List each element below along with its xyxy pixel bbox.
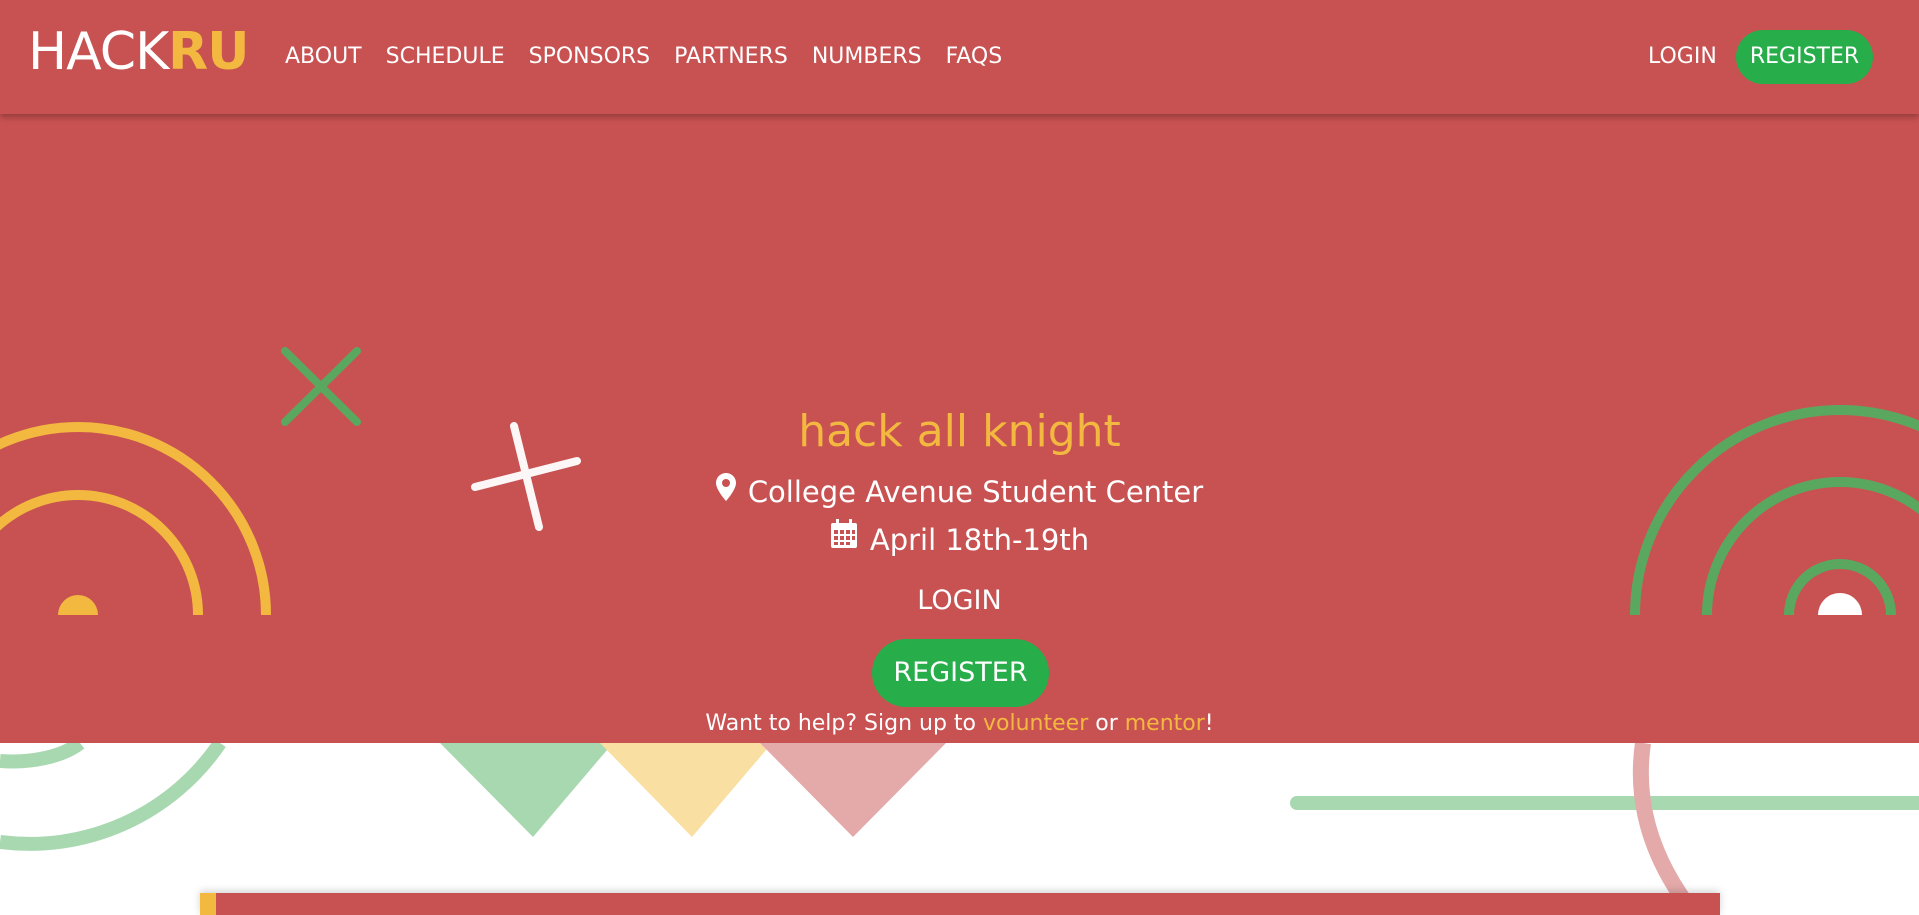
hero-section: hack all knight College Avenue Student C…: [0, 114, 1919, 743]
content-card-top: [200, 893, 1720, 915]
light-green-arc-small: [0, 743, 85, 769]
hero-register-button[interactable]: REGISTER: [872, 639, 1049, 707]
hackru-logo[interactable]: HACKRU: [28, 26, 249, 78]
hero-content: hack all knight College Avenue Student C…: [0, 114, 1919, 743]
nav-link-partners[interactable]: PARTNERS: [674, 42, 788, 72]
nav-login-link[interactable]: LOGIN: [1648, 42, 1717, 72]
nav-link-numbers[interactable]: NUMBERS: [812, 42, 922, 72]
mentor-link[interactable]: mentor: [1125, 711, 1205, 736]
hero-tagline: hack all knight: [798, 406, 1121, 457]
lower-decorations: [0, 743, 1919, 915]
logo-text-hack: HACK: [28, 22, 169, 82]
calendar-icon: [830, 519, 858, 559]
event-location: College Avenue Student Center: [0, 472, 1919, 514]
hero-login-link[interactable]: LOGIN: [0, 583, 1919, 619]
pink-triangle: [760, 743, 946, 837]
help-signup-text: Want to help? Sign up to volunteer or me…: [0, 709, 1919, 739]
event-date-text: April 18th-19th: [869, 523, 1090, 557]
green-triangle: [440, 743, 613, 837]
nav-link-about[interactable]: ABOUT: [285, 42, 362, 72]
nav-link-sponsors[interactable]: SPONSORS: [529, 42, 651, 72]
event-date: April 18th-19th: [0, 519, 1919, 562]
top-navbar: HACKRU ABOUT SCHEDULE SPONSORS PARTNERS …: [0, 0, 1919, 114]
pink-arc: [1632, 743, 1702, 915]
help-suffix: !: [1204, 711, 1214, 736]
event-location-text: College Avenue Student Center: [747, 475, 1204, 509]
volunteer-link[interactable]: volunteer: [983, 711, 1088, 736]
nav-link-schedule[interactable]: SCHEDULE: [386, 42, 505, 72]
logo-text-ru: RU: [168, 22, 249, 82]
nav-link-faqs[interactable]: FAQS: [946, 42, 1003, 72]
help-middle: or: [1088, 711, 1125, 736]
map-marker-icon: [715, 471, 736, 511]
yellow-triangle: [600, 743, 772, 837]
nav-register-button[interactable]: REGISTER: [1736, 30, 1873, 84]
content-card-accent: [200, 893, 216, 915]
help-prefix: Want to help? Sign up to: [705, 711, 984, 736]
nav-links: ABOUT SCHEDULE SPONSORS PARTNERS NUMBERS…: [285, 42, 1002, 72]
